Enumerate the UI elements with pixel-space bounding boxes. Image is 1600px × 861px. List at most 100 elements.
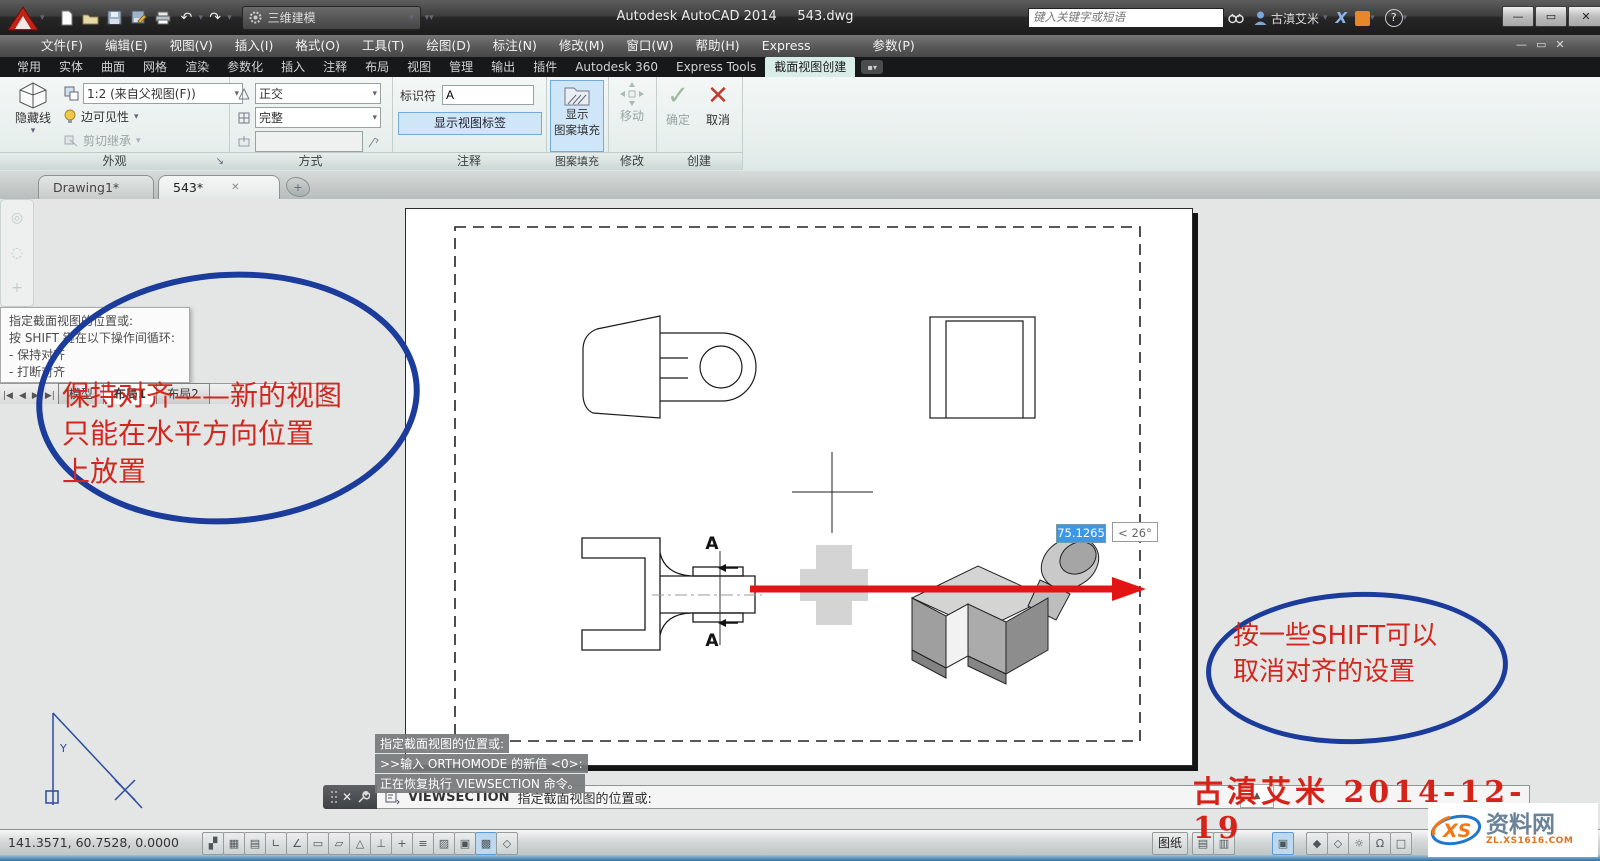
show-hatch-button[interactable]: 显示 图案填充	[550, 80, 604, 152]
ribbon-tab-layout[interactable]: 布局	[356, 57, 398, 77]
show-lineweight-toggle[interactable]: ≡	[412, 832, 434, 855]
menu-parametric[interactable]: 参数(P)	[862, 35, 926, 57]
navwheel-icon[interactable]: ◎	[11, 210, 23, 226]
doc-minimize-button[interactable]: —	[1516, 38, 1527, 51]
menu-help[interactable]: 帮助(H)	[685, 35, 751, 57]
panel-annotation-label[interactable]: 注释	[392, 152, 546, 170]
ribbon-tab-surface[interactable]: 曲面	[92, 57, 134, 77]
customize-wrench-icon[interactable]	[357, 791, 370, 804]
doc-restore-button[interactable]: ▭	[1536, 38, 1546, 51]
navigation-bar[interactable]: ◎ ◌ +	[0, 199, 34, 307]
cancel-button[interactable]: ✕ 取消	[699, 81, 737, 149]
ribbon-tab-solid[interactable]: 实体	[50, 57, 92, 77]
menu-insert[interactable]: 插入(I)	[224, 35, 284, 57]
polar-tracking-toggle[interactable]: ∠	[286, 832, 308, 855]
ribbon-tab-parametric[interactable]: 参数化	[218, 57, 272, 77]
dynamic-input-toggle[interactable]: +	[391, 832, 413, 855]
show-view-label-button[interactable]: 显示视图标签	[398, 112, 542, 135]
close-button[interactable]: ✕	[1568, 6, 1600, 27]
redo-caret-icon[interactable]: ▾	[227, 13, 232, 23]
plot-button[interactable]	[152, 7, 174, 29]
file-tab-543[interactable]: 543* ✕	[158, 175, 280, 199]
open-file-button[interactable]	[80, 7, 102, 29]
ribbon-tab-section-view-creation[interactable]: 截面视图创建	[765, 57, 855, 77]
redo-button[interactable]: ↷	[204, 7, 226, 29]
dynamic-ucs-toggle[interactable]: ⊥	[370, 832, 392, 855]
menu-file[interactable]: 文件(F)	[30, 35, 94, 57]
menu-draw[interactable]: 绘图(D)	[415, 35, 481, 57]
layout-nav-prev[interactable]: ◀	[16, 391, 29, 404]
ribbon-tab-insert[interactable]: 插入	[272, 57, 314, 77]
menu-window[interactable]: 窗口(W)	[615, 35, 684, 57]
menu-modify[interactable]: 修改(M)	[548, 35, 616, 57]
drawing-canvas[interactable]: ◎ ◌ + 指定截面视图的位置或: 按 SHIFT 键在以下操作间循环: - 保…	[0, 199, 1600, 829]
show-transparency-toggle[interactable]: ▨	[433, 832, 455, 855]
exchange-apps-icon[interactable]: X	[1336, 9, 1348, 27]
grid-display-toggle[interactable]: ▤	[244, 832, 266, 855]
annotation-monitor-toggle[interactable]: ◇	[496, 832, 518, 855]
object-snap-tracking-toggle[interactable]: △	[349, 832, 371, 855]
panel-modify-label[interactable]: 修改	[608, 152, 656, 170]
workspace-selector[interactable]: 三维建模 ▾	[242, 6, 421, 30]
qat-expand-icon[interactable]: ▾▾	[425, 13, 434, 23]
hidden-lines-button[interactable]: 隐藏线 ▾	[6, 81, 60, 151]
paper-model-button[interactable]: 图纸	[1152, 832, 1188, 855]
quick-properties-toggle[interactable]: ▣	[454, 832, 476, 855]
ribbon-tab-manage[interactable]: 管理	[440, 57, 482, 77]
ribbon-tab-mesh[interactable]: 网格	[134, 57, 176, 77]
pan-icon[interactable]: ◌	[11, 245, 23, 261]
selection-cycling-toggle[interactable]: ▩	[475, 832, 497, 855]
panel-create-label[interactable]: 创建	[656, 152, 742, 170]
new-tab-button[interactable]: +	[286, 177, 310, 197]
ribbon-tab-view[interactable]: 视图	[398, 57, 440, 77]
ribbon-tab-home[interactable]: 常用	[8, 57, 50, 77]
doc-close-button[interactable]: ✕	[1555, 38, 1564, 51]
infer-constraints-toggle[interactable]: ▞	[202, 832, 224, 855]
command-line-grip[interactable]: ✕	[323, 785, 377, 809]
restore-button[interactable]: ▭	[1535, 6, 1567, 27]
panel-appearance-label[interactable]: 外观 ↘	[0, 152, 229, 170]
a360-icon[interactable]	[1355, 11, 1370, 26]
layout-nav-first[interactable]: |◀	[0, 391, 16, 404]
file-tab-drawing1[interactable]: Drawing1*	[38, 175, 154, 199]
menu-edit[interactable]: 编辑(E)	[94, 35, 159, 57]
depth-value-input[interactable]	[255, 131, 363, 152]
panel-method-label[interactable]: 方式	[229, 152, 392, 170]
ribbon-tab-plugins[interactable]: 插件	[524, 57, 566, 77]
save-button[interactable]	[104, 7, 126, 29]
ribbon-tab-autodesk360[interactable]: Autodesk 360	[566, 57, 667, 77]
app-menu-button[interactable]: ▾	[6, 4, 45, 32]
object-snap-3d-toggle[interactable]: ▱	[328, 832, 350, 855]
depth-type-select[interactable]: 完整▾	[255, 107, 381, 128]
command-close-icon[interactable]: ✕	[342, 790, 352, 804]
menu-dimension[interactable]: 标注(N)	[482, 35, 548, 57]
minimize-button[interactable]: —	[1502, 6, 1534, 27]
pick-depth-icon[interactable]	[367, 135, 381, 149]
identifier-input[interactable]	[442, 85, 534, 105]
search-input[interactable]	[1028, 8, 1224, 28]
undo-caret-icon[interactable]: ▾	[199, 13, 204, 23]
file-tab-close-icon[interactable]: ✕	[231, 182, 239, 193]
ortho-mode-toggle[interactable]: ∟	[265, 832, 287, 855]
object-snap-toggle[interactable]: ▭	[307, 832, 329, 855]
panel-expander-icon[interactable]: ↘	[216, 153, 224, 170]
view-scale-select[interactable]: 1:2 (来自父视图(F))▾	[83, 83, 243, 104]
ribbon-tab-annotate[interactable]: 注释	[314, 57, 356, 77]
dynamic-input-distance[interactable]: 75.1265	[1056, 524, 1106, 543]
help-icon[interactable]: ?	[1385, 9, 1403, 27]
search-binoculars-icon[interactable]	[1225, 7, 1247, 29]
ribbon-tab-express-tools[interactable]: Express Tools	[667, 57, 765, 77]
dynamic-input-angle[interactable]: < 26°	[1112, 522, 1158, 542]
sign-in-button[interactable]: 古滇艾米 ▾	[1254, 10, 1328, 27]
save-as-button[interactable]	[128, 7, 150, 29]
panel-hatch-label[interactable]: 图案填充	[546, 152, 608, 170]
new-file-button[interactable]	[56, 7, 78, 29]
menu-tools[interactable]: 工具(T)	[351, 35, 415, 57]
menu-view[interactable]: 视图(V)	[159, 35, 224, 57]
undo-button[interactable]: ↶	[176, 7, 198, 29]
snap-mode-toggle[interactable]: ▦	[223, 832, 245, 855]
ribbon-minimize-button[interactable]: ▪▾	[861, 60, 883, 74]
menu-format[interactable]: 格式(O)	[284, 35, 351, 57]
edge-visibility-button[interactable]: 边可见性 ▾	[64, 108, 139, 125]
menu-express[interactable]: Express	[751, 35, 822, 57]
